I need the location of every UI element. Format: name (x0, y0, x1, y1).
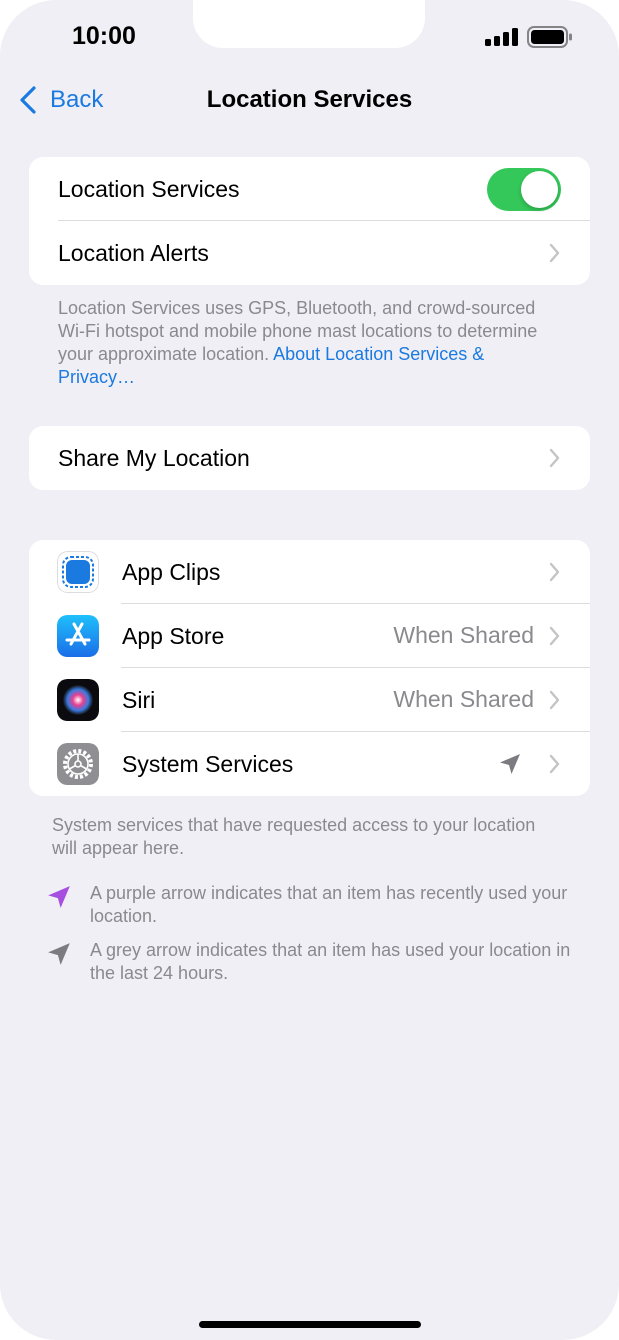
app-name: System Services (122, 750, 294, 777)
chevron-right-icon (549, 754, 560, 774)
home-indicator[interactable] (199, 1321, 421, 1328)
app-name: App Store (122, 622, 225, 649)
system-services-footer: System services that have requested acce… (52, 815, 536, 858)
location-services-label: Location Services (58, 175, 240, 202)
app-row-siri[interactable]: Siri When Shared (29, 668, 590, 732)
location-alerts-label: Location Alerts (58, 239, 209, 266)
app-name: App Clips (122, 558, 221, 585)
notch (193, 0, 425, 48)
permission-value: When Shared (393, 686, 534, 712)
grey-location-arrow-icon (48, 943, 70, 965)
app-row-app-clips[interactable]: App Clips (29, 540, 590, 604)
chevron-right-icon (549, 626, 560, 646)
phone-screen: 10:00 Back Location Services Location Se… (0, 0, 619, 1340)
location-arrow-icon (500, 754, 520, 774)
purple-location-arrow-icon (48, 886, 70, 908)
app-row-system-services[interactable]: System Services (29, 732, 590, 796)
settings-gear-icon (57, 743, 99, 785)
chevron-right-icon (549, 690, 560, 710)
location-services-row: Location Services (29, 157, 590, 221)
chevron-right-icon (549, 243, 560, 263)
app-clips-icon (57, 551, 99, 593)
location-alerts-row[interactable]: Location Alerts (29, 221, 590, 285)
legend-text: A grey arrow indicates that an item has … (90, 940, 571, 983)
app-name: Siri (122, 686, 156, 713)
status-time: 10:00 (72, 22, 136, 50)
toggle-knob (521, 171, 558, 208)
permission-value: When Shared (393, 622, 534, 648)
location-settings-group: Location Services Location Alerts (29, 157, 590, 285)
apps-list-group: App Clips App Store When Shared Siri Whe… (29, 540, 590, 796)
chevron-right-icon (549, 448, 560, 468)
cellular-signal-icon (485, 28, 518, 46)
app-store-icon (57, 615, 99, 657)
siri-icon (57, 679, 99, 721)
page-title: Location Services (206, 86, 413, 113)
location-services-description: Location Services uses GPS, Bluetooth, a… (58, 297, 558, 389)
app-row-app-store[interactable]: App Store When Shared (29, 604, 590, 668)
share-my-location-label: Share My Location (58, 444, 250, 471)
legend-text: A purple arrow indicates that an item ha… (90, 883, 568, 926)
share-location-group: Share My Location (29, 426, 590, 490)
battery-icon (527, 26, 572, 48)
location-services-toggle[interactable] (487, 168, 561, 211)
share-my-location-row[interactable]: Share My Location (29, 426, 590, 490)
chevron-right-icon (549, 562, 560, 582)
